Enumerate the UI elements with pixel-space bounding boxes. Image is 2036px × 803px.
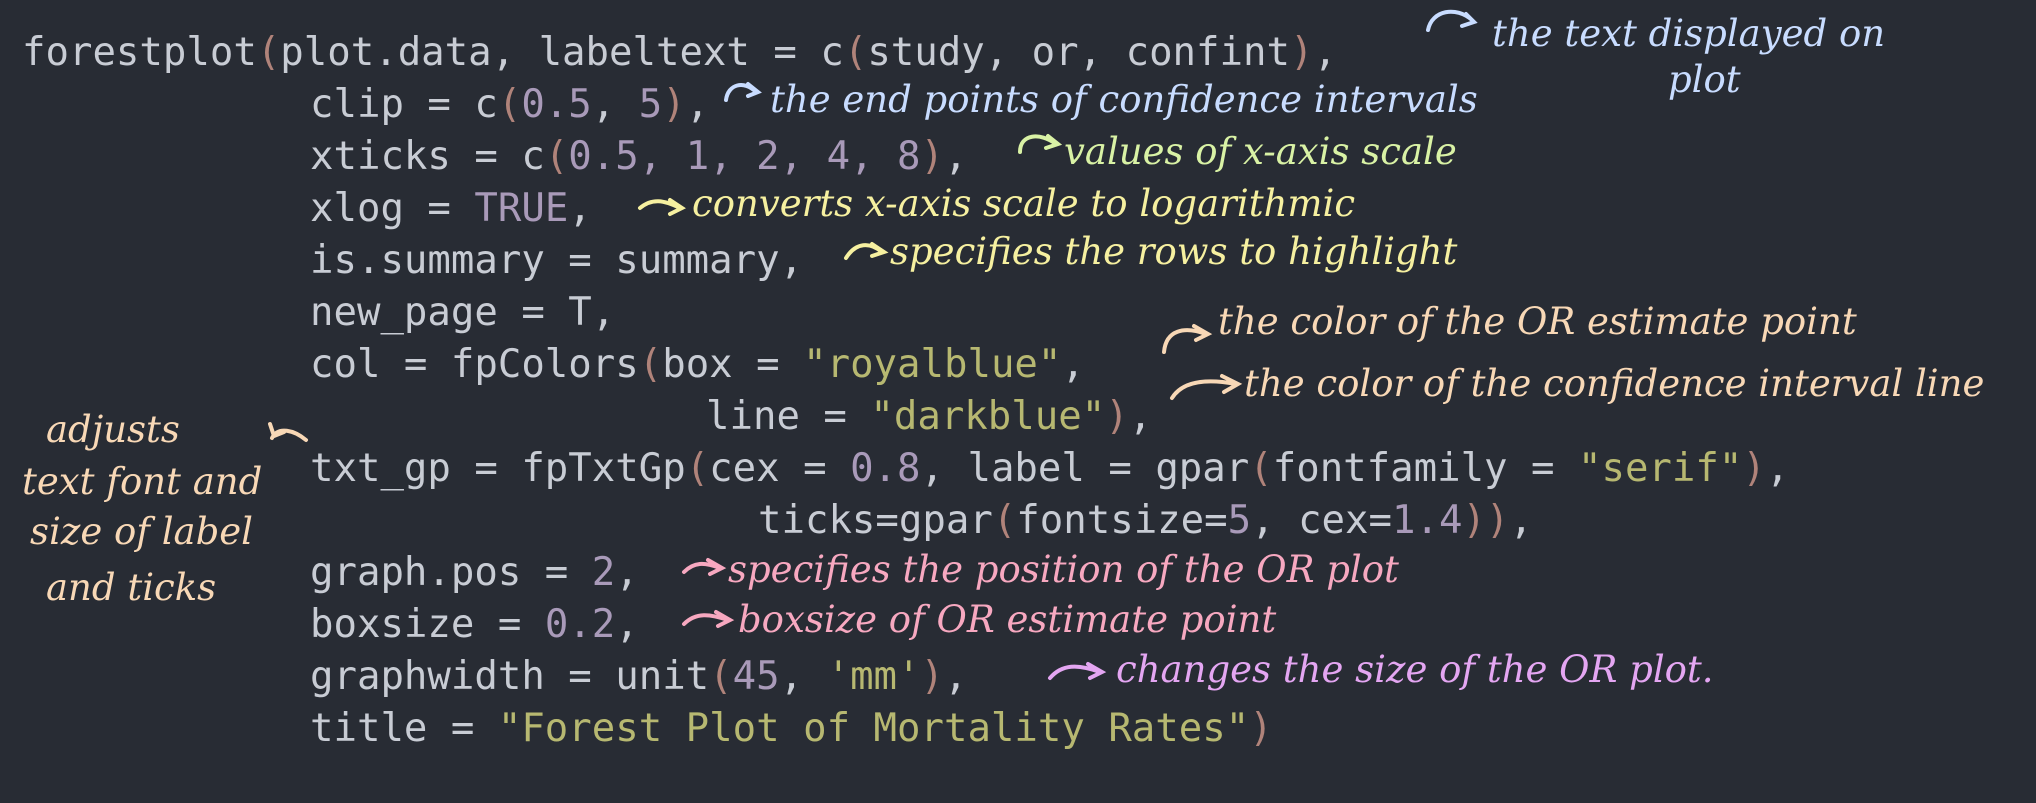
xlog-arrow-icon: [638, 198, 686, 216]
boxsize-arrow-icon: [682, 610, 735, 628]
xticks-arrow-icon: [1018, 134, 1063, 154]
labeltext-arrow-icon: [1426, 9, 1478, 32]
line-arrow-icon: [1170, 374, 1243, 400]
summary-arrow-icon: [844, 242, 889, 260]
graphwidth-arrow-icon: [1048, 662, 1107, 680]
graph-pos-arrow-icon: [682, 558, 727, 576]
txt-gp-arrow-icon: [268, 422, 308, 442]
annotation-arrows: [268, 9, 1478, 680]
clip-arrow-icon: [724, 82, 762, 102]
box-arrow-icon: [1162, 324, 1213, 354]
